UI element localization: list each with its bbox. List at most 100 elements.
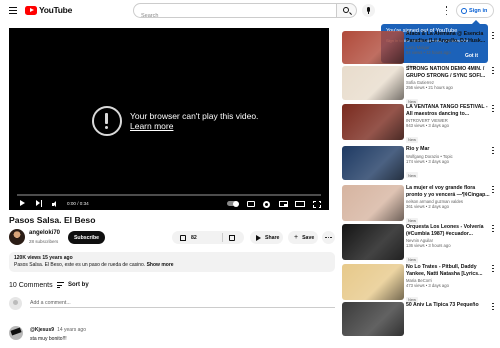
recommendation-thumbnail[interactable] xyxy=(342,185,404,221)
recommendation-item[interactable]: Rio y Mar Wolfgang Dorazio • Topic 174 vie… xyxy=(406,146,490,182)
learn-more-link[interactable]: Learn more xyxy=(130,121,258,131)
top-bar: YouTube Sign in xyxy=(0,0,500,23)
recommendation-meta: 94 views • 12 hours ago xyxy=(406,50,451,55)
settings-menu-icon[interactable] xyxy=(445,6,448,15)
subscriber-count: 28 subscribers xyxy=(29,238,59,244)
subscribe-button[interactable]: Subscribe xyxy=(68,231,105,244)
recommendation-item[interactable]: No Lo Trates - Pitbull, Daddy Yankee, Na… xyxy=(406,264,490,306)
divider xyxy=(222,233,223,242)
logo-text: YouTube xyxy=(39,5,72,15)
recommendation-thumbnail[interactable] xyxy=(342,224,404,260)
new-badge: New xyxy=(406,136,419,143)
time-display: 0:00 / 0:34 xyxy=(67,201,89,206)
channel-avatar[interactable] xyxy=(9,229,25,245)
recommendation-thumbnail[interactable] xyxy=(342,302,404,336)
user-icon xyxy=(461,7,467,14)
like-count[interactable]: 82 xyxy=(191,235,197,241)
recommendation-item[interactable]: STRONG NATION DEMO 4MIN. / GRUPO STRONG … xyxy=(406,66,490,108)
comment-author-name[interactable]: @Kjesus9 xyxy=(30,327,54,333)
sign-in-button[interactable]: Sign in xyxy=(456,3,494,18)
comment-text: sta muy bonito!!! xyxy=(30,336,67,342)
video-title: Pasos Salsa. El Beso xyxy=(9,215,96,225)
recommendation-menu-icon[interactable] xyxy=(492,105,494,112)
gear-icon[interactable] xyxy=(263,200,270,208)
youtube-logo-icon xyxy=(25,5,37,15)
captions-icon[interactable] xyxy=(247,201,255,207)
recommendation-thumbnail[interactable] xyxy=(342,31,404,64)
menu-icon[interactable] xyxy=(9,7,17,14)
recommendation-item[interactable]: 50 Aniv La Tipica 73 Pequeño xyxy=(406,302,490,309)
recommendation-thumbnail[interactable] xyxy=(342,66,404,100)
add-to-playlist-icon: + xyxy=(294,234,299,241)
comment-author[interactable]: @Kjesus9 14 years ago xyxy=(30,327,86,333)
recommendation-title[interactable]: LA VENTANA TANGO FESTIVAL - All maestros… xyxy=(406,104,490,117)
youtube-logo[interactable]: YouTube xyxy=(25,5,72,15)
new-badge: New xyxy=(406,217,419,224)
recommendation-item[interactable]: La mujer el voy grande flora pronto y yo… xyxy=(406,185,490,227)
search-box xyxy=(133,3,337,23)
recommendation-title[interactable]: Rio y Mar xyxy=(406,146,490,153)
like-dislike-group: 82 xyxy=(172,231,244,244)
volume-icon[interactable] xyxy=(52,201,60,207)
description-text: Pasos Salsa. El Beso, este es un paso de… xyxy=(14,261,146,268)
recommendation-item[interactable]: LA VENTANA TANGO FESTIVAL - All maestros… xyxy=(406,104,490,146)
recommendation-meta: 174 views • 3 days ago xyxy=(406,158,449,164)
play-icon[interactable] xyxy=(20,200,25,206)
recommendation-title[interactable]: La mujer el voy grande flora pronto y yo… xyxy=(406,185,490,198)
recommendation-thumbnail[interactable] xyxy=(342,146,404,180)
next-icon[interactable] xyxy=(36,200,42,207)
show-more-link[interactable]: Show more xyxy=(147,262,174,268)
new-badge: New xyxy=(406,172,419,178)
sort-icon xyxy=(57,282,64,288)
recommendation-title[interactable]: 50 Aniv La Tipica 73 Pequeño xyxy=(406,302,490,309)
recommendation-meta: 136 views • 3 hours ago xyxy=(406,243,451,248)
miniplayer-icon[interactable] xyxy=(279,201,288,207)
theater-mode-icon[interactable] xyxy=(295,201,305,207)
recommendation-menu-icon[interactable] xyxy=(492,186,494,193)
recommendation-meta: 256 views • 21 hours ago xyxy=(406,85,453,90)
recommendation-title[interactable]: STRONG NATION DEMO 4MIN. / GRUPO STRONG … xyxy=(406,66,490,79)
save-button[interactable]: + Save xyxy=(288,231,318,244)
share-label: Share xyxy=(265,234,280,241)
recommendation-menu-icon[interactable] xyxy=(492,32,494,39)
share-icon xyxy=(256,234,261,241)
recommendation-thumbnail[interactable] xyxy=(342,104,404,140)
error-message: Your browser can't play this video. xyxy=(130,111,259,121)
recommendation-menu-icon[interactable] xyxy=(492,265,494,272)
thumbs-down-icon[interactable] xyxy=(229,235,235,241)
channel-name[interactable]: angeloki70 xyxy=(29,230,60,236)
error-icon xyxy=(92,106,122,136)
recommendation-meta: 473 views • 3 days ago xyxy=(406,283,449,288)
sign-in-label: Sign in xyxy=(469,7,488,14)
sort-by-button[interactable]: Sort by xyxy=(57,282,89,288)
more-actions-button[interactable] xyxy=(322,231,335,244)
search-button[interactable] xyxy=(336,3,357,18)
recommendation-menu-icon[interactable] xyxy=(492,303,494,310)
recommendation-title[interactable]: Orquesta Los Leones - Volvería (#Cumbia … xyxy=(406,224,490,237)
voice-search-button[interactable] xyxy=(362,4,375,17)
recommendation-title[interactable]: Ataca & La Alemana @ Esencia Paradise [L… xyxy=(406,31,490,44)
video-player[interactable]: Your browser can't play this video. Lear… xyxy=(9,28,329,210)
thumbs-up-icon[interactable] xyxy=(180,234,186,241)
save-label: Save xyxy=(302,234,315,241)
fullscreen-icon[interactable] xyxy=(313,200,321,208)
new-badge: New xyxy=(406,256,419,263)
search-input[interactable] xyxy=(134,9,337,23)
recommendation-menu-icon[interactable] xyxy=(492,147,494,154)
comment-time: 14 years ago xyxy=(57,327,86,333)
recommendation-menu-icon[interactable] xyxy=(492,225,494,232)
recommendation-menu-icon[interactable] xyxy=(492,67,494,74)
recommendation-item[interactable]: Orquesta Los Leones - Volvería (#Cumbia … xyxy=(406,224,490,266)
comments-count: 10 Comments xyxy=(9,282,53,289)
share-button[interactable]: Share xyxy=(250,231,283,244)
recommendation-meta: 361 views • 2 days ago xyxy=(406,204,449,209)
playback-error: Your browser can't play this video. Lear… xyxy=(92,106,258,136)
autoplay-toggle[interactable] xyxy=(227,200,239,207)
progress-bar[interactable] xyxy=(17,194,321,196)
recommendation-thumbnail[interactable] xyxy=(342,264,404,300)
recommendation-title[interactable]: No Lo Trates - Pitbull, Daddy Yankee, Na… xyxy=(406,264,490,277)
search-icon xyxy=(343,7,349,13)
add-comment-input[interactable] xyxy=(30,299,335,308)
description-box[interactable]: 120K views 15 years ago Pasos Salsa. El … xyxy=(9,252,335,272)
comment-author-avatar[interactable] xyxy=(9,326,23,340)
